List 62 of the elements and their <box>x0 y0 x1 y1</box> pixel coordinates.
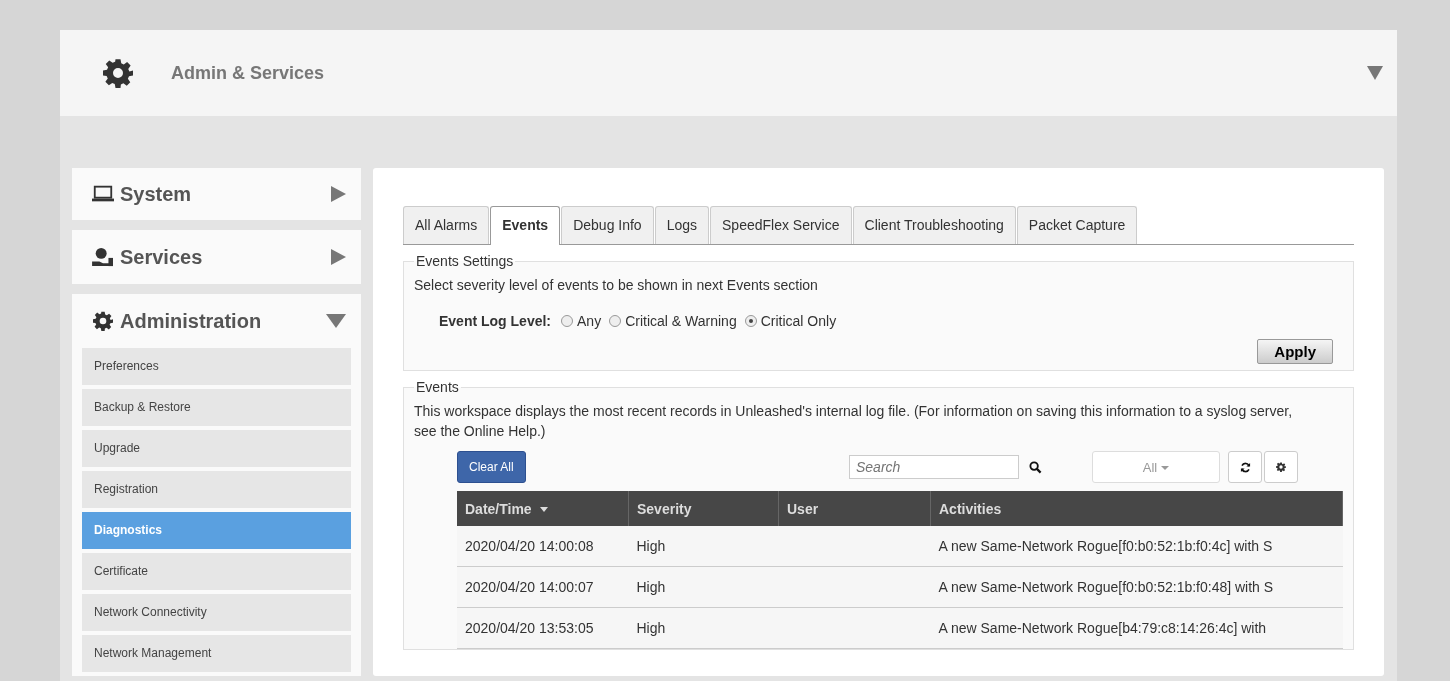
refresh-icon <box>1239 461 1251 473</box>
tab[interactable]: All Alarms <box>403 206 490 244</box>
column-header[interactable]: Severity <box>628 491 779 526</box>
clear-all-button[interactable]: Clear All <box>457 451 526 483</box>
section-legend: Events <box>414 379 461 395</box>
radio-button[interactable] <box>609 315 622 327</box>
table-cell: 2020/04/20 14:00:07 <box>465 579 594 595</box>
radio-label[interactable]: Critical & Warning <box>625 313 737 329</box>
section-header[interactable]: Administration <box>82 294 351 348</box>
section-label: Services <box>120 245 204 269</box>
table-cell: High <box>636 579 666 595</box>
radio-button[interactable] <box>744 315 757 327</box>
column-header[interactable]: Date/Time <box>457 491 629 526</box>
table-cell: A new Same-Network Rogue[b4:79:c8:14:26:4c] with <box>938 620 1267 636</box>
sidebar-item[interactable]: Preferences <box>82 348 351 385</box>
gear-icon <box>1276 462 1286 472</box>
tab[interactable]: Debug Info <box>561 206 654 244</box>
sidebar-item[interactable]: Certificate <box>82 553 351 590</box>
tab[interactable]: Client Troubleshooting <box>852 206 1016 244</box>
table-cell: 2020/04/20 13:53:05 <box>465 620 594 636</box>
gear-icon <box>92 311 114 331</box>
settings-button[interactable] <box>1264 451 1298 483</box>
sidebar-item[interactable]: Backup & Restore <box>82 389 351 426</box>
section-header[interactable]: Services <box>82 230 351 284</box>
refresh-button[interactable] <box>1228 451 1262 483</box>
section-label: System <box>120 182 193 206</box>
page-title: Admin & Services <box>171 62 326 84</box>
caret-down-icon <box>326 314 346 328</box>
search-icon[interactable] <box>1029 460 1042 474</box>
table-cell: High <box>636 538 666 554</box>
table-cell: A new Same-Network Rogue[f0:b0:52:1b:f0:48] with S <box>938 579 1274 595</box>
section-header[interactable]: System <box>82 168 351 220</box>
description-text: Select severity level of events to be shown in next Events section <box>414 277 819 293</box>
caret-down-icon[interactable] <box>1367 66 1383 80</box>
gear-icon <box>103 58 133 88</box>
tab[interactable]: Packet Capture <box>1016 206 1138 244</box>
laptop-icon <box>92 184 114 204</box>
table-cell: 2020/04/20 14:00:08 <box>465 538 594 554</box>
column-header[interactable]: User <box>778 491 931 526</box>
tab[interactable]: Logs <box>654 206 709 244</box>
table-cell: A new Same-Network Rogue[f0:b0:52:1b:f0:4c] with S <box>938 538 1273 554</box>
search-field[interactable]: Search <box>849 455 1019 479</box>
section-legend: Events Settings <box>414 253 516 269</box>
field-label: Event Log Level: <box>439 313 552 329</box>
sidebar-item[interactable]: Registration <box>82 471 351 508</box>
table-cell: High <box>636 620 666 636</box>
sidebar-item[interactable]: Network Connectivity <box>82 594 351 631</box>
caret-down-icon <box>1161 466 1170 471</box>
caret-right-icon <box>331 249 346 265</box>
section-label: Administration <box>120 309 263 333</box>
caret-right-icon <box>331 186 346 202</box>
sort-caret-icon <box>539 507 548 513</box>
radio-label[interactable]: Any <box>577 313 602 329</box>
apply-button[interactable]: Apply <box>1257 339 1333 364</box>
sidebar-item[interactable]: Network Management <box>82 635 351 672</box>
radio-label[interactable]: Critical Only <box>760 313 837 329</box>
tab[interactable]: SpeedFlex Service <box>710 206 852 244</box>
description-text: This workspace displays the most recent records in Unleashed's internal log file. (For information on saving this information to a syslog server, see the Online Help.) <box>414 402 1294 441</box>
radio-button[interactable] <box>561 315 574 327</box>
sidebar-item[interactable]: Upgrade <box>82 430 351 467</box>
column-header[interactable]: Activities <box>930 491 1343 526</box>
tab[interactable]: Events <box>490 206 561 245</box>
